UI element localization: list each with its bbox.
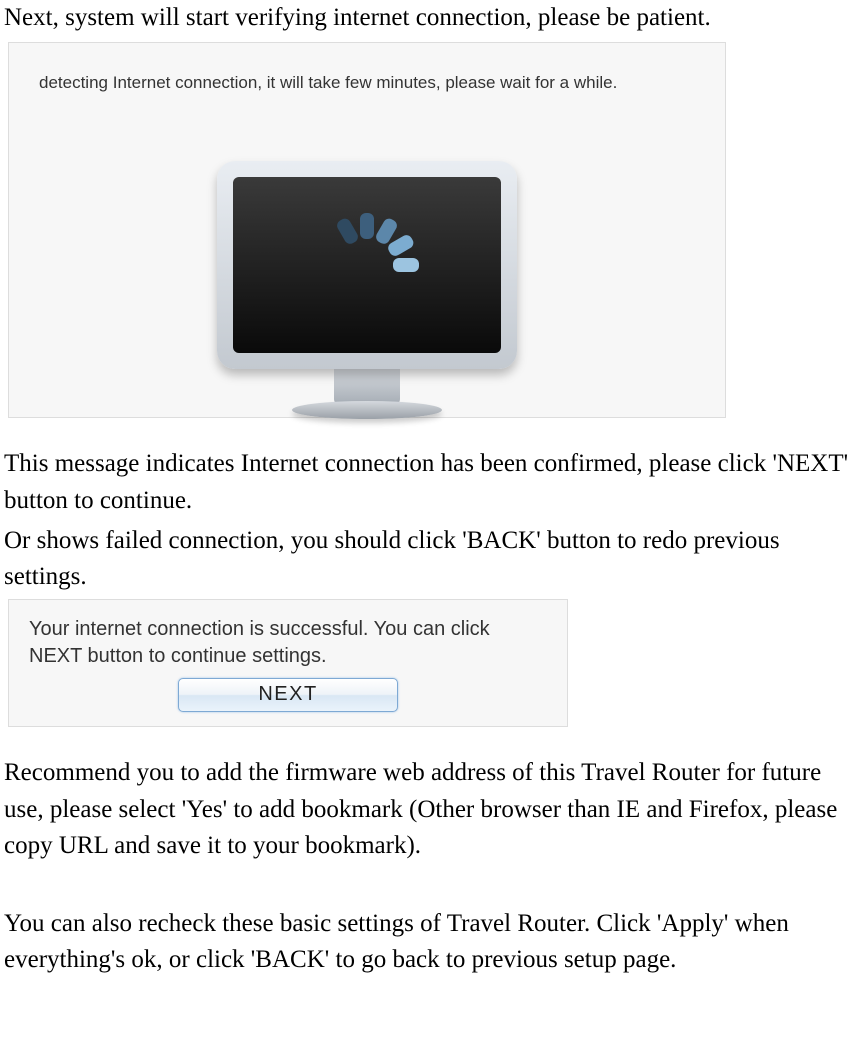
detecting-status-text: detecting Internet connection, it will t… — [39, 71, 695, 95]
instruction-paragraph-1: Next, system will start verifying intern… — [4, 0, 858, 36]
next-button[interactable]: NEXT — [178, 678, 398, 712]
instruction-paragraph-3: Or shows failed connection, you should c… — [4, 523, 858, 596]
loading-spinner-icon — [307, 205, 427, 325]
detecting-connection-screenshot: detecting Internet connection, it will t… — [8, 42, 726, 418]
success-connection-screenshot: Your internet connection is successful. … — [8, 599, 568, 727]
success-status-text: Your internet connection is successful. … — [29, 616, 547, 670]
instruction-paragraph-2: This message indicates Internet connecti… — [4, 446, 858, 519]
monitor-loading-icon — [217, 161, 517, 419]
instruction-paragraph-5: You can also recheck these basic setting… — [4, 906, 858, 979]
instruction-paragraph-4: Recommend you to add the firmware web ad… — [4, 755, 858, 864]
